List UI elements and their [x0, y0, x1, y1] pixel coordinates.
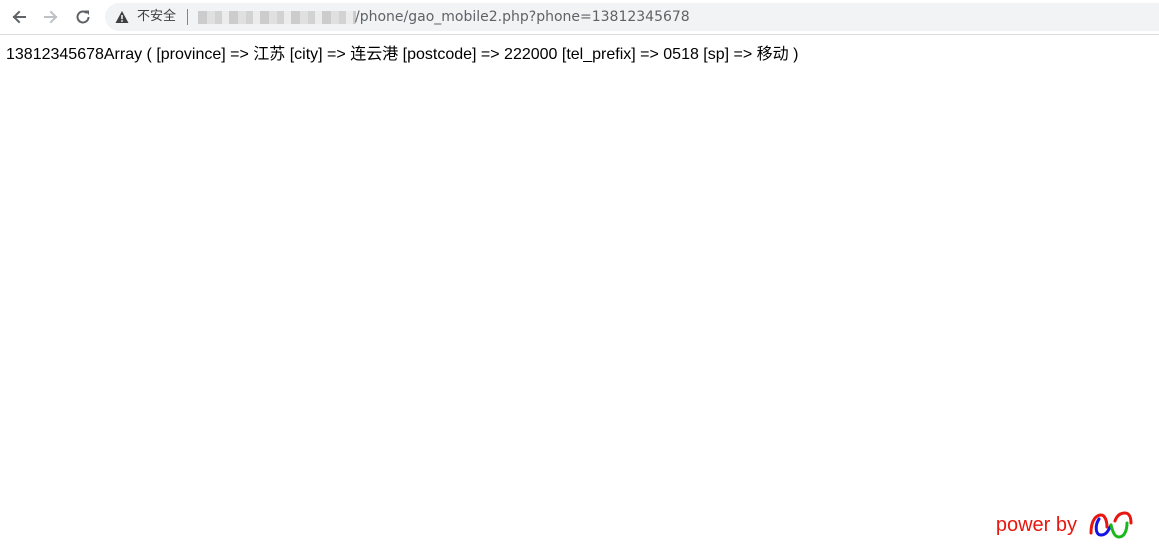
warning-triangle-icon[interactable] — [115, 10, 129, 24]
power-by-label: power by — [995, 514, 1077, 536]
reload-button[interactable] — [71, 5, 95, 29]
power-by-footer: power by — [996, 509, 1135, 541]
address-bar[interactable]: 不安全 /phone/gao_mobile2.php?phone=1381234… — [105, 3, 1159, 31]
url-host-redacted — [198, 11, 356, 24]
arrow-right-icon — [44, 10, 58, 24]
back-button[interactable] — [7, 5, 31, 29]
arrow-left-icon — [12, 10, 26, 24]
browser-toolbar: 不安全 /phone/gao_mobile2.php?phone=1381234… — [0, 0, 1159, 35]
reload-icon — [76, 10, 90, 24]
address-separator — [187, 9, 188, 25]
security-status-label[interactable]: 不安全 — [137, 8, 176, 26]
page-output-text: 13812345678Array ( [province] => 江苏 [cit… — [6, 46, 799, 63]
forward-button[interactable] — [39, 5, 63, 29]
url-path-text[interactable]: /phone/gao_mobile2.php?phone=13812345678 — [355, 8, 690, 26]
wavy-logo-icon — [1089, 511, 1133, 539]
